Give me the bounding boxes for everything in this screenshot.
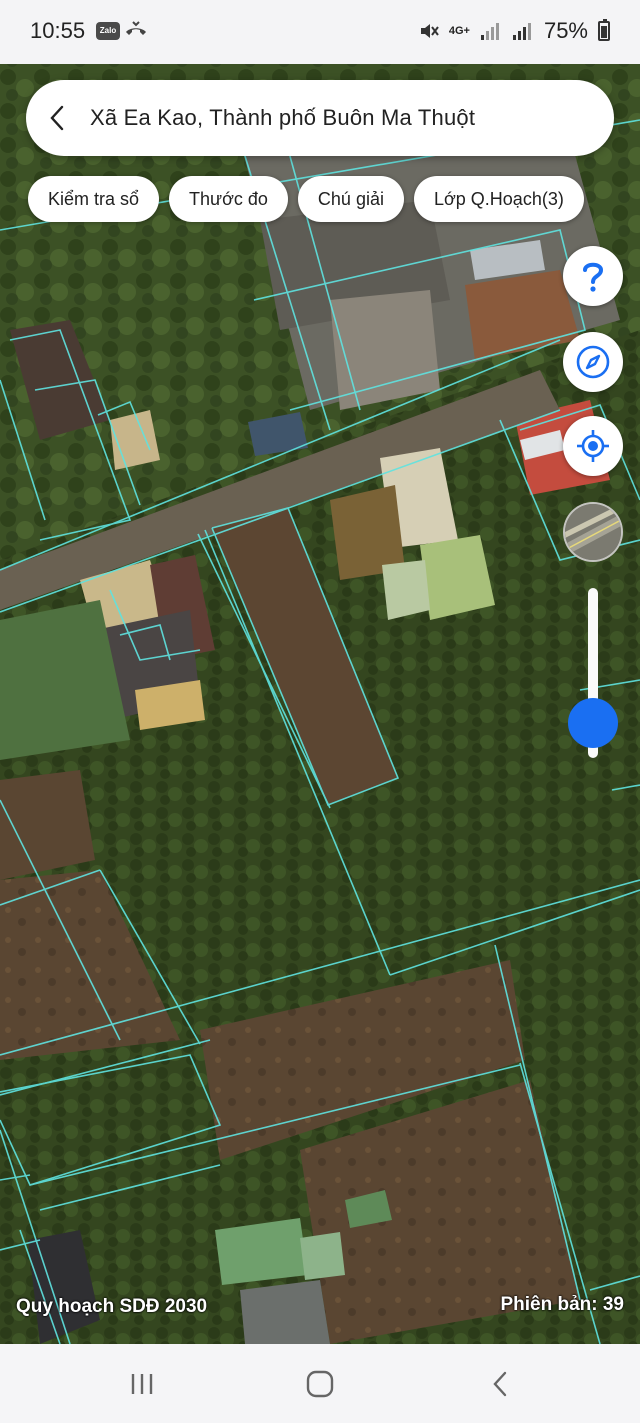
map-canvas[interactable]	[0, 54, 640, 1344]
signal-icon-2	[512, 23, 531, 40]
planning-layer-chip[interactable]: Lớp Q.Hoạch(3)	[413, 176, 584, 222]
compass-button[interactable]	[563, 332, 623, 392]
legend-chip[interactable]: Chú giải	[297, 176, 404, 222]
missed-call-icon	[126, 21, 146, 35]
home-icon	[306, 1370, 334, 1398]
planning-label: Quy hoạch SDĐ 2030	[16, 1296, 208, 1317]
question-icon	[583, 262, 604, 292]
location-search-bar[interactable]: Xã Ea Kao, Thành phố Buôn Ma Thuột	[26, 80, 614, 156]
satellite-map[interactable]	[0, 54, 640, 1344]
measure-chip[interactable]: Thước đo	[169, 176, 288, 222]
back-icon	[493, 1371, 507, 1397]
clock: 10:55	[30, 18, 86, 43]
version-label: Phiên bản: 39	[500, 1294, 624, 1315]
recent-apps-button[interactable]	[122, 1366, 162, 1402]
zoom-slider-handle[interactable]	[568, 697, 618, 748]
map-layer-toggle[interactable]	[563, 502, 623, 562]
mute-icon	[420, 24, 439, 38]
locate-icon	[577, 430, 609, 462]
recents-icon	[131, 1374, 153, 1394]
location-title: Xã Ea Kao, Thành phố Buôn Ma Thuột	[90, 105, 476, 130]
home-button[interactable]	[300, 1366, 340, 1402]
chevron-left-icon	[50, 105, 64, 131]
action-chips: Kiểm tra sổ Thước đo Chú giải Lớp Q.Hoạc…	[28, 176, 584, 222]
status-bar: 10:55 Zalo 4G+ 75%	[0, 0, 640, 64]
help-button[interactable]	[563, 246, 623, 306]
back-button[interactable]	[26, 80, 90, 156]
network-type: 4G+	[448, 24, 470, 37]
battery-percent: 75%	[543, 18, 588, 43]
signal-icon	[480, 23, 499, 40]
nav-back-button[interactable]	[480, 1366, 520, 1402]
system-nav-bar	[0, 1344, 640, 1423]
zalo-icon: Zalo	[96, 22, 120, 40]
my-location-button[interactable]	[563, 416, 623, 476]
battery-icon	[598, 19, 610, 41]
layer-thumbnail-icon	[565, 504, 621, 560]
check-title-chip[interactable]: Kiểm tra sổ	[28, 176, 160, 222]
status-right: 4G+ 75%	[419, 18, 610, 44]
compass-icon	[576, 345, 610, 379]
